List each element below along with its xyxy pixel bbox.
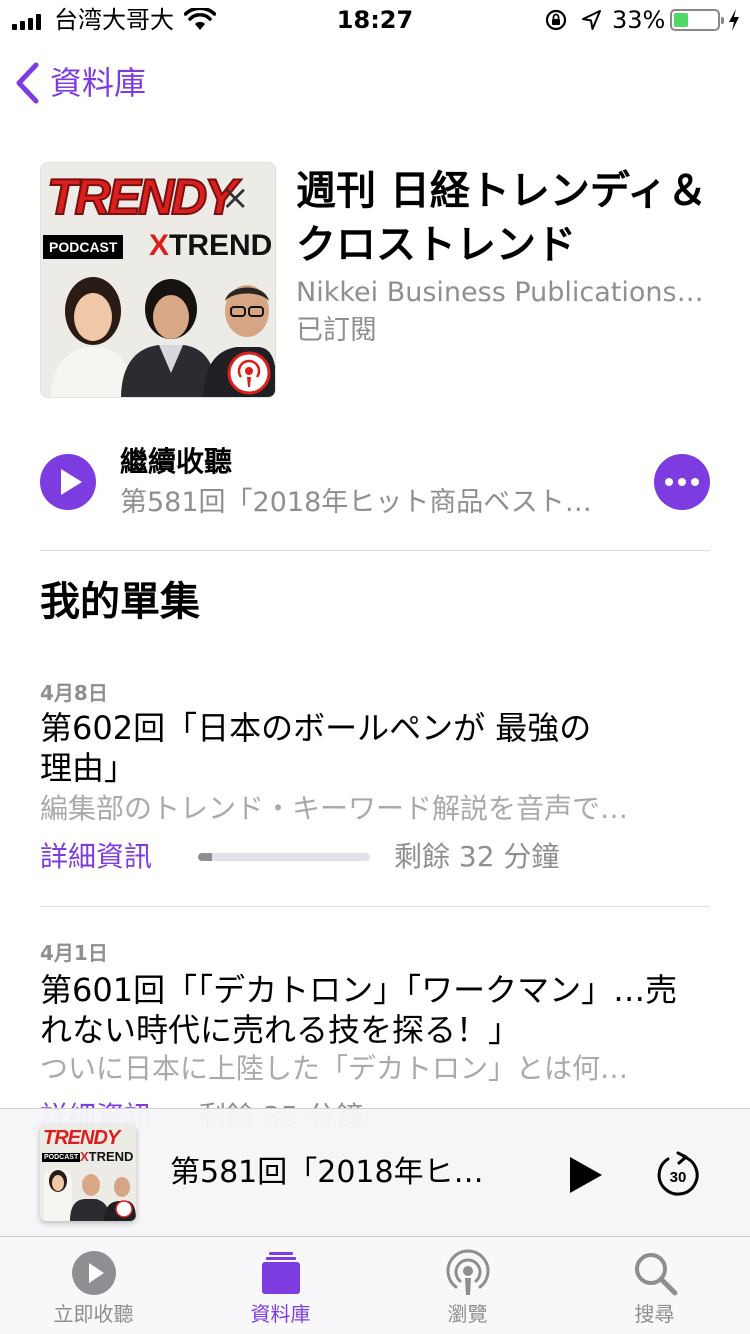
episode-title[interactable]: 第601回「「デカトロン」「ワークマン」…売れない時代に売れる技を探る！」 xyxy=(40,970,700,1050)
continue-play-button[interactable] xyxy=(40,454,96,510)
tab-listen-now[interactable]: 立即收聽 xyxy=(0,1237,187,1334)
mini-player-title[interactable]: 第581回「2018年ヒ… xyxy=(170,1153,520,1193)
mini-player-artwork: TRENDY PODCAST XTREND xyxy=(40,1125,136,1221)
artwork-times-sign: × xyxy=(221,178,250,218)
mini-artwork-podcast-label: PODCAST xyxy=(42,1153,81,1162)
tab-label: 立即收聽 xyxy=(53,1302,134,1326)
subscription-status: 已訂閱 xyxy=(296,315,377,346)
more-dot-icon xyxy=(678,478,686,486)
chevron-left-icon xyxy=(16,62,39,104)
library-icon xyxy=(262,1252,300,1294)
skip-seconds-label: 30 xyxy=(670,1169,687,1186)
more-options-button[interactable] xyxy=(654,454,710,510)
tab-label: 資料庫 xyxy=(250,1302,311,1326)
episode-date: 4月1日 xyxy=(40,941,108,965)
status-bar: 台湾大哥大 18:27 33% xyxy=(0,0,750,40)
artwork-brand-text: TRENDY xyxy=(46,168,239,226)
battery-percent: 33% xyxy=(612,6,666,34)
episode-title[interactable]: 第602回「日本のボールペンが 最強の理由」 xyxy=(40,708,610,788)
charging-bolt-icon xyxy=(729,9,739,31)
location-arrow-icon xyxy=(582,10,601,30)
search-icon xyxy=(635,1253,678,1296)
episode-description: ついに日本に上陸した「デカトロン」とは何… xyxy=(40,1052,629,1085)
episode-progress-bar xyxy=(198,853,370,861)
podcast-title: 週刊 日経トレンディ＆クロストレンド xyxy=(296,168,708,268)
podcast-artwork: TRENDY × PODCAST XTREND xyxy=(40,162,276,398)
tab-bar: 立即收聽 資料庫 瀏覽 搜尋 xyxy=(0,1236,750,1334)
divider xyxy=(40,550,710,551)
back-label: 資料庫 xyxy=(50,64,147,102)
more-dot-icon xyxy=(691,478,699,486)
tab-library[interactable]: 資料庫 xyxy=(187,1237,374,1334)
podcast-icon xyxy=(446,1249,490,1295)
episode-remaining-time: 剩餘 32 分鐘 xyxy=(394,840,560,873)
episode-progress-fill xyxy=(198,853,212,861)
mini-player[interactable]: TRENDY PODCAST XTREND 第581回「2018年ヒ… 30 xyxy=(0,1108,750,1236)
more-dot-icon xyxy=(665,478,673,486)
skip-forward-30-button[interactable]: 30 xyxy=(654,1151,702,1199)
divider xyxy=(40,906,710,907)
tab-search[interactable]: 搜尋 xyxy=(561,1237,748,1334)
continue-listening-label: 繼續收聽 xyxy=(120,445,233,478)
battery-level-fill xyxy=(674,13,688,27)
mini-artwork-xtrend: XTREND xyxy=(80,1149,134,1164)
back-button[interactable]: 資料庫 xyxy=(14,58,146,108)
podcasts-badge-icon xyxy=(227,351,271,395)
tab-browse[interactable]: 瀏覽 xyxy=(374,1237,561,1334)
play-circle-icon xyxy=(72,1251,116,1295)
battery-icon xyxy=(670,9,724,31)
mini-artwork-brand: TRENDY xyxy=(43,1127,120,1149)
continue-episode-title[interactable]: 第581回「2018年ヒット商品ベスト… xyxy=(120,484,636,522)
artwork-xtrend-text: XTREND xyxy=(149,229,273,262)
episode-date: 4月8日 xyxy=(40,681,108,705)
podcast-author[interactable]: Nikkei Business Publications… xyxy=(296,274,716,312)
artwork-podcast-label: PODCAST xyxy=(43,235,124,259)
section-title: 我的單集 xyxy=(40,579,200,625)
episode-description: 編集部のトレンド・キーワード解説を音声で… xyxy=(40,792,629,825)
tab-label: 瀏覽 xyxy=(447,1302,488,1326)
play-icon xyxy=(61,469,82,495)
play-button[interactable] xyxy=(566,1153,606,1197)
tab-label: 搜尋 xyxy=(634,1302,675,1326)
episode-details-link[interactable]: 詳細資訊 xyxy=(40,838,152,876)
rotation-lock-icon xyxy=(545,9,567,31)
